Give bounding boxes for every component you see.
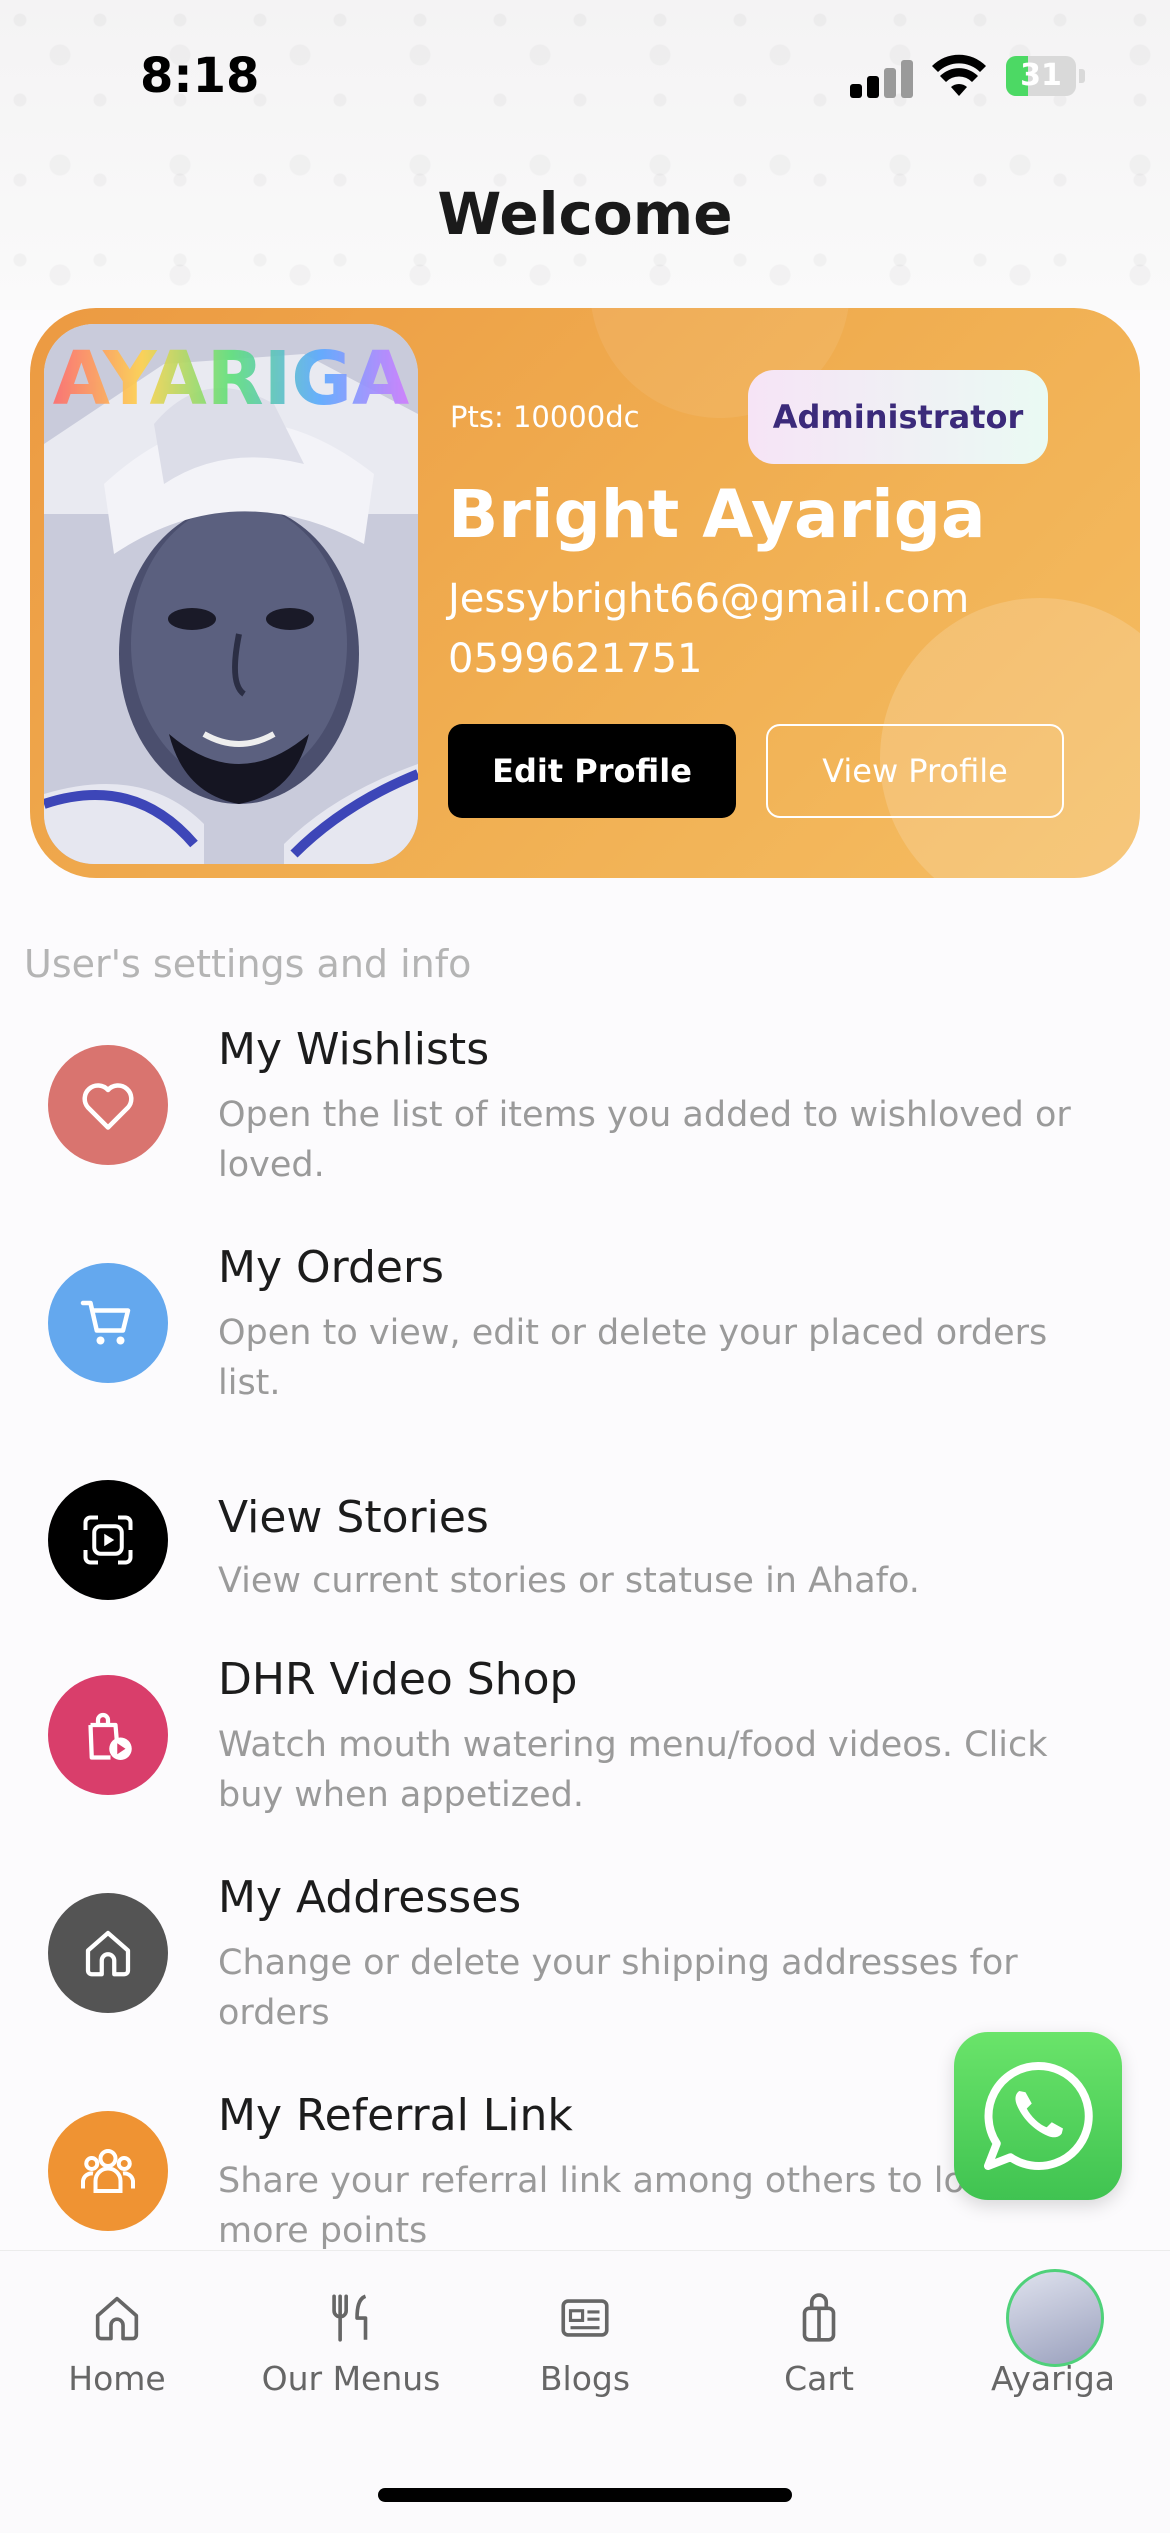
list-item-title: DHR Video Shop: [218, 1654, 578, 1705]
points-label: Pts: 10000dc: [450, 400, 640, 434]
list-item-description: Open the list of items you added to wish…: [218, 1095, 1071, 1185]
tab-cart[interactable]: Cart: [702, 2251, 936, 2431]
tab-profile[interactable]: Ayariga: [936, 2251, 1170, 2431]
people-icon: [48, 2111, 168, 2231]
tab-label: Our Menus: [261, 2359, 441, 2398]
list-item-stories[interactable]: View Stories View current stories or sta…: [0, 1446, 1170, 1636]
tab-blogs[interactable]: Blogs: [468, 2251, 702, 2431]
cellular-signal-icon: [850, 58, 916, 98]
tab-home[interactable]: Home: [0, 2251, 234, 2431]
page-title: Welcome: [437, 180, 733, 248]
home-icon: [48, 1893, 168, 2013]
utensils-icon: [332, 2294, 368, 2342]
list-item-video-shop[interactable]: DHR Video Shop Watch mouth watering menu…: [0, 1640, 1170, 1850]
status-time: 8:18: [140, 48, 260, 104]
cart-icon: [48, 1263, 168, 1383]
role-badge: Administrator: [748, 370, 1048, 464]
view-profile-button[interactable]: View Profile: [766, 724, 1064, 818]
story-play-icon: [48, 1480, 168, 1600]
settings-section-label: User's settings and info: [24, 942, 472, 986]
list-item-description: Watch mouth watering menu/food videos. C…: [218, 1725, 1048, 1815]
avatar-portrait-image: AYARIGA: [44, 324, 418, 864]
list-item-orders[interactable]: My Orders Open to view, edit or delete y…: [0, 1228, 1170, 1438]
status-bar: 8:18 31: [0, 0, 1170, 150]
list-item-description: Change or delete your shipping addresses…: [218, 1943, 1018, 2033]
battery-icon: 31: [1006, 56, 1086, 98]
tab-label: Blogs: [539, 2359, 631, 2398]
wifi-icon: [932, 54, 986, 96]
list-item-title: My Orders: [218, 1242, 444, 1293]
avatar-overlay-text: AYARIGA: [53, 336, 410, 422]
battery-percent: 31: [1020, 58, 1062, 93]
whatsapp-button[interactable]: [954, 2032, 1122, 2200]
profile-card: AYARIGA Pts: 10000dc Administrator Brigh…: [30, 308, 1140, 878]
list-item-description: Open to view, edit or delete your placed…: [218, 1313, 1048, 1403]
home-icon: [95, 2296, 139, 2341]
tab-avatar: [1006, 2269, 1104, 2367]
edit-profile-button[interactable]: Edit Profile: [448, 724, 736, 818]
list-item-description: View current stories or statuse in Ahafo…: [218, 1561, 920, 1601]
list-item-title: My Referral Link: [218, 2090, 573, 2141]
video-shop-icon: [48, 1675, 168, 1795]
list-item-title: View Stories: [218, 1492, 489, 1543]
profile-email: Jessybright66@gmail.com: [448, 576, 970, 622]
tab-label: Ayariga: [991, 2359, 1115, 2398]
profile-avatar[interactable]: AYARIGA: [44, 324, 418, 864]
tab-label: Cart: [784, 2359, 854, 2398]
bag-icon: [802, 2293, 836, 2342]
list-item-title: My Addresses: [218, 1872, 522, 1923]
heart-icon: [48, 1045, 168, 1165]
tab-label: Home: [68, 2359, 166, 2398]
list-item-title: My Wishlists: [218, 1024, 490, 1075]
profile-phone: 0599621751: [448, 636, 703, 682]
profile-name: Bright Ayariga: [448, 476, 986, 553]
tab-our-menus[interactable]: Our Menus: [234, 2251, 468, 2431]
newspaper-icon: [561, 2299, 609, 2337]
whatsapp-icon: [984, 2061, 1093, 2170]
home-indicator: [378, 2488, 792, 2502]
list-item-wishlists[interactable]: My Wishlists Open the list of items you …: [0, 1010, 1170, 1220]
